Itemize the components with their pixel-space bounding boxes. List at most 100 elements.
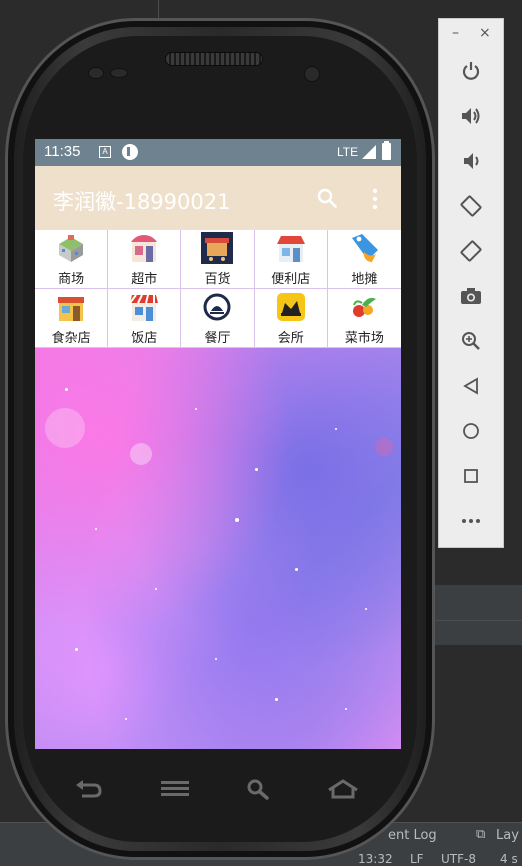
layout-tab-icon: ⧉ [476,827,486,842]
star [125,718,127,720]
more-icon [462,519,480,523]
volume-up-icon [462,108,480,124]
category-label: 会所 [277,331,304,346]
category-label: 百货 [204,272,231,287]
power-icon [462,62,480,80]
search-hardware-icon[interactable] [246,778,270,800]
phone-speaker [165,52,263,66]
mall-icon [59,235,84,262]
category-label: 地摊 [351,272,378,287]
rotate-left-icon [460,195,482,217]
category-label: 饭店 [131,331,158,346]
star [335,428,337,430]
ide-divider [158,0,159,20]
network-type: LTE [337,145,359,159]
star [195,408,197,410]
app-title: 李润徽-18990021 [53,190,231,214]
overview-icon [464,469,478,483]
home-icon [463,423,479,439]
star [65,388,68,391]
ide-encoding[interactable]: UTF-8 [441,852,476,866]
category-label: 食杂店 [51,331,91,346]
category-stall[interactable]: 地摊 [327,230,401,289]
rotate-right-button[interactable] [456,236,486,266]
a-notification-icon: A [99,146,111,158]
zoom-button[interactable] [456,326,486,356]
layout-tab[interactable]: Lay [496,828,519,843]
minimize-button[interactable]: – [452,25,459,41]
volume-down-icon [464,153,479,169]
signal-icon [362,145,376,159]
power-button[interactable] [456,56,486,86]
category-label: 超市 [131,272,158,287]
proximity-sensor [304,66,320,82]
star [365,608,367,610]
volume-down-button[interactable] [456,146,486,176]
category-club[interactable]: 会所 [254,289,328,348]
club-icon [276,293,305,321]
category-dining[interactable]: 餐厅 [181,289,255,348]
event-log-tab[interactable]: ent Log [388,828,437,843]
category-mall[interactable]: 商场 [35,230,109,289]
ide-divider [435,620,522,621]
department-store-icon [201,232,234,264]
battery-icon [382,141,391,160]
menu-hardware-icon[interactable] [160,779,190,799]
overview-button[interactable] [456,461,486,491]
zoom-icon [462,332,480,350]
home-button[interactable] [456,416,486,446]
category-label: 商场 [58,272,85,287]
back-button[interactable] [456,371,486,401]
vegetable-market-icon [353,297,377,317]
front-camera [88,67,104,79]
back-icon [463,377,478,395]
ide-right-panel [435,585,522,645]
close-button[interactable]: × [479,25,491,41]
app-bar: 李润徽-18990021 [35,166,401,230]
category-grid: 商场 超市 百货 便利店 地摊 食杂店 饭店 餐厅 会所 菜市场 [35,230,401,348]
category-convenience-store[interactable]: 便利店 [254,230,328,289]
star [345,708,347,710]
star [155,588,157,590]
star [215,658,217,660]
galaxy-background-image [35,348,401,749]
star [375,438,393,456]
category-vegetable-market[interactable]: 菜市场 [327,289,401,348]
star [295,568,298,571]
screenshot-button[interactable] [456,281,486,311]
ide-status-time: 13:32 [358,852,393,866]
convenience-store-icon [276,236,305,262]
p-notification-icon [122,144,138,160]
star [45,408,85,448]
home-hardware-icon[interactable] [327,779,359,799]
restaurant-icon [129,294,159,321]
star [255,468,258,471]
volume-up-button[interactable] [456,101,486,131]
search-icon[interactable] [317,188,337,208]
dining-icon [203,293,231,321]
star [95,528,97,530]
category-grocery[interactable]: 食杂店 [35,289,109,348]
sensor [110,68,128,78]
star [275,698,278,701]
category-department-store[interactable]: 百货 [181,230,255,289]
category-restaurant[interactable]: 饭店 [108,289,182,348]
more-vert-icon[interactable] [369,188,381,210]
device-screen: 11:35 A LTE 李润徽-18990021 商场 超市 百货 便利店 地摊… [35,139,401,749]
category-label: 菜市场 [344,331,384,346]
rotate-left-button[interactable] [456,191,486,221]
ide-indent[interactable]: 4 s [500,852,518,866]
star [130,443,152,465]
ide-line-separator[interactable]: LF [410,852,424,866]
category-label: 便利店 [271,272,311,287]
camera-icon [461,288,481,304]
back-hardware-icon[interactable] [74,779,104,799]
rotate-right-icon [460,240,482,262]
stall-tag-icon [352,234,379,262]
category-supermarket[interactable]: 超市 [108,230,182,289]
supermarket-icon [131,235,158,262]
star [235,518,239,522]
more-button[interactable] [456,506,486,536]
status-time: 11:35 [44,143,81,160]
category-label: 餐厅 [204,331,231,346]
